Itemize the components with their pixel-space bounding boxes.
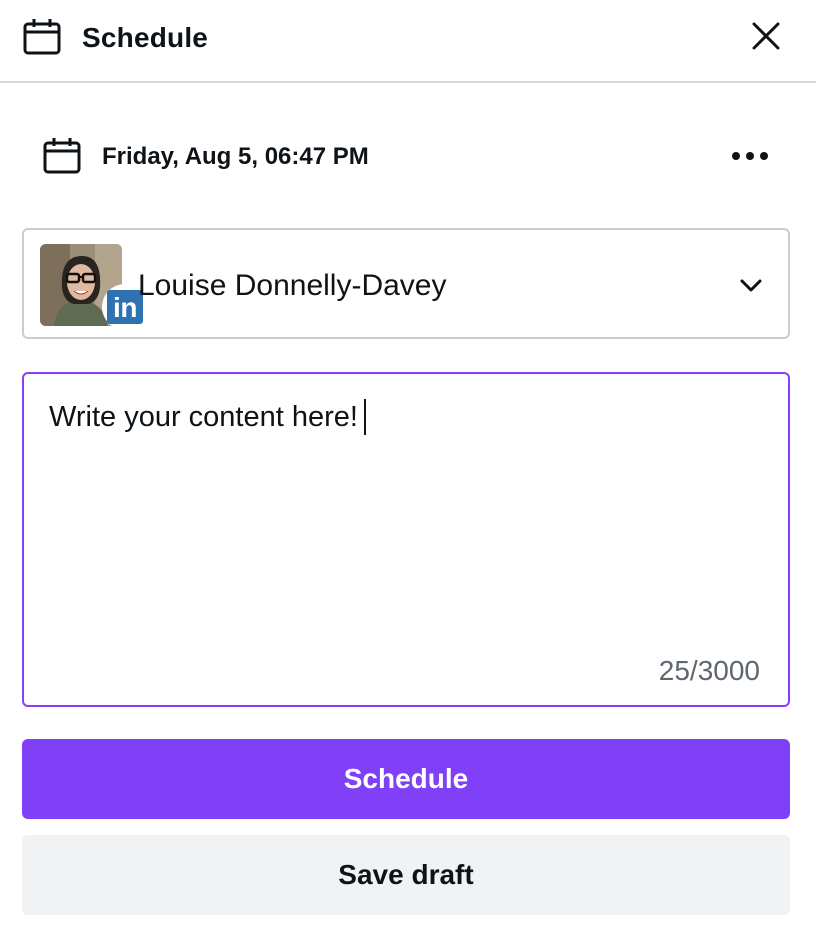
more-options-icon <box>732 152 740 160</box>
content-textarea[interactable]: Write your content here! 25/3000 <box>22 372 790 707</box>
content-text: Write your content here! <box>49 401 358 433</box>
close-icon <box>751 21 781 56</box>
schedule-date-text[interactable]: Friday, Aug 5, 06:47 PM <box>102 142 369 172</box>
account-select[interactable]: in Louise Donnelly-Davey <box>22 228 790 339</box>
calendar-icon <box>42 137 82 175</box>
chevron-down-icon[interactable] <box>736 272 766 300</box>
schedule-date-row: Friday, Aug 5, 06:47 PM <box>0 130 816 184</box>
schedule-button[interactable]: Schedule <box>22 739 790 819</box>
save-draft-button[interactable]: Save draft <box>22 835 790 915</box>
dialog-header: Schedule <box>0 0 816 83</box>
calendar-icon <box>22 18 62 56</box>
close-button[interactable] <box>746 18 786 58</box>
character-count: 25/3000 <box>658 655 760 686</box>
dialog-title: Schedule <box>82 22 209 53</box>
text-caret <box>363 399 366 435</box>
more-options-button[interactable] <box>726 140 774 172</box>
account-name: Louise Donnelly-Davey <box>138 269 447 302</box>
